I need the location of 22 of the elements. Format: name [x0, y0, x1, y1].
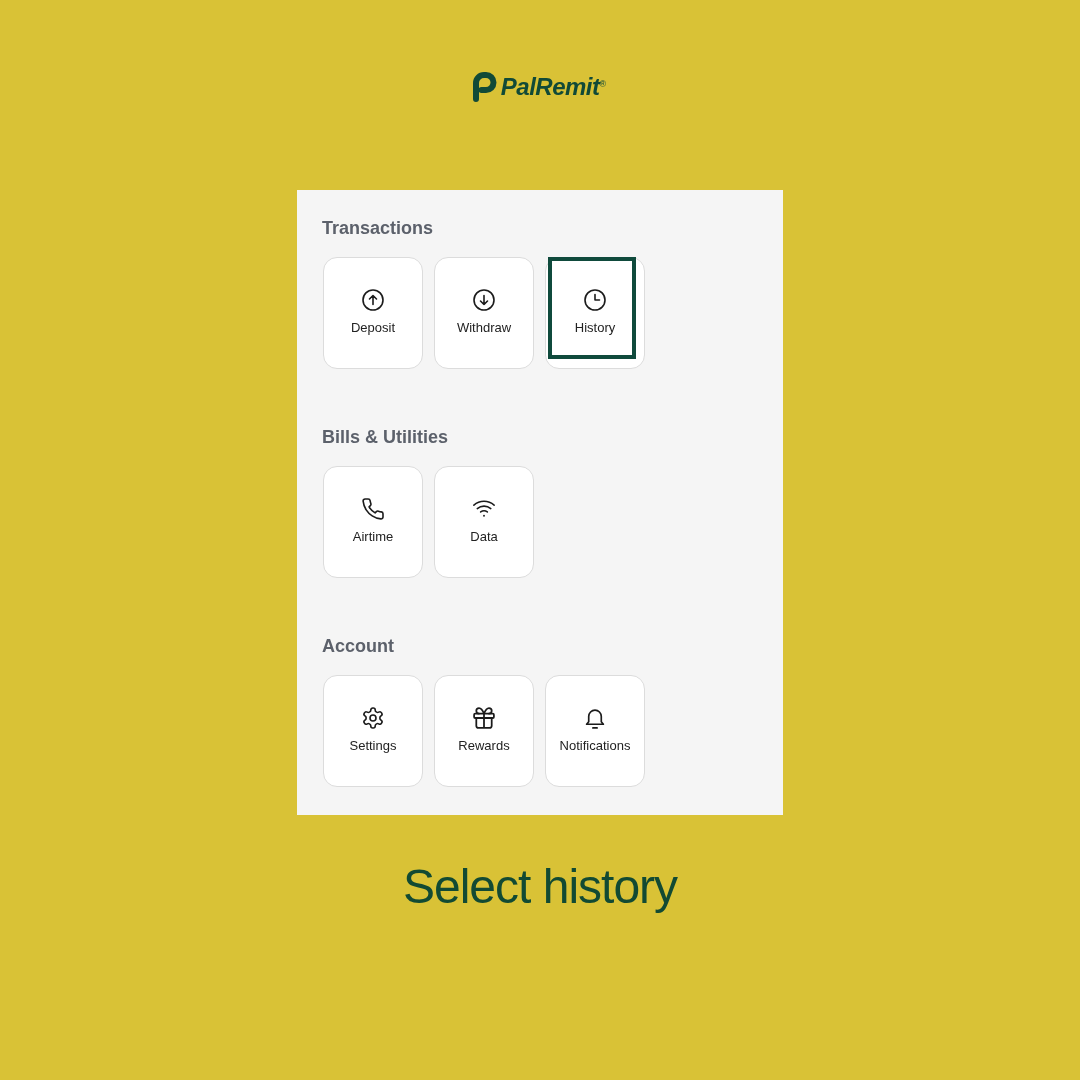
menu-tile[interactable]: Airtime: [323, 466, 423, 578]
menu-tile[interactable]: Notifications: [545, 675, 645, 787]
arrow-down-circle-icon: [473, 289, 495, 311]
section-title: Account: [322, 635, 395, 657]
bell-icon: [584, 707, 606, 729]
clock-icon: [584, 289, 606, 311]
phone-icon: [362, 498, 384, 520]
gear-icon: [362, 707, 384, 729]
caption-text: Select history: [402, 859, 678, 915]
registered-mark: ®: [599, 79, 607, 89]
section-title: Transactions: [322, 217, 435, 239]
menu-tile[interactable]: Deposit: [323, 257, 423, 369]
gift-icon: [473, 707, 495, 729]
logo-icon: [471, 72, 498, 102]
section-title: Bills & Utilities: [322, 426, 450, 448]
menu-tile[interactable]: Data: [434, 466, 534, 578]
brand-name: PalRemit: [500, 72, 600, 102]
menu-tile[interactable]: Withdraw: [434, 257, 534, 369]
menu-tile[interactable]: Settings: [323, 675, 423, 787]
arrow-up-circle-icon: [362, 289, 384, 311]
menu-tile[interactable]: Rewards: [434, 675, 534, 787]
menu-tile[interactable]: History: [545, 257, 645, 369]
